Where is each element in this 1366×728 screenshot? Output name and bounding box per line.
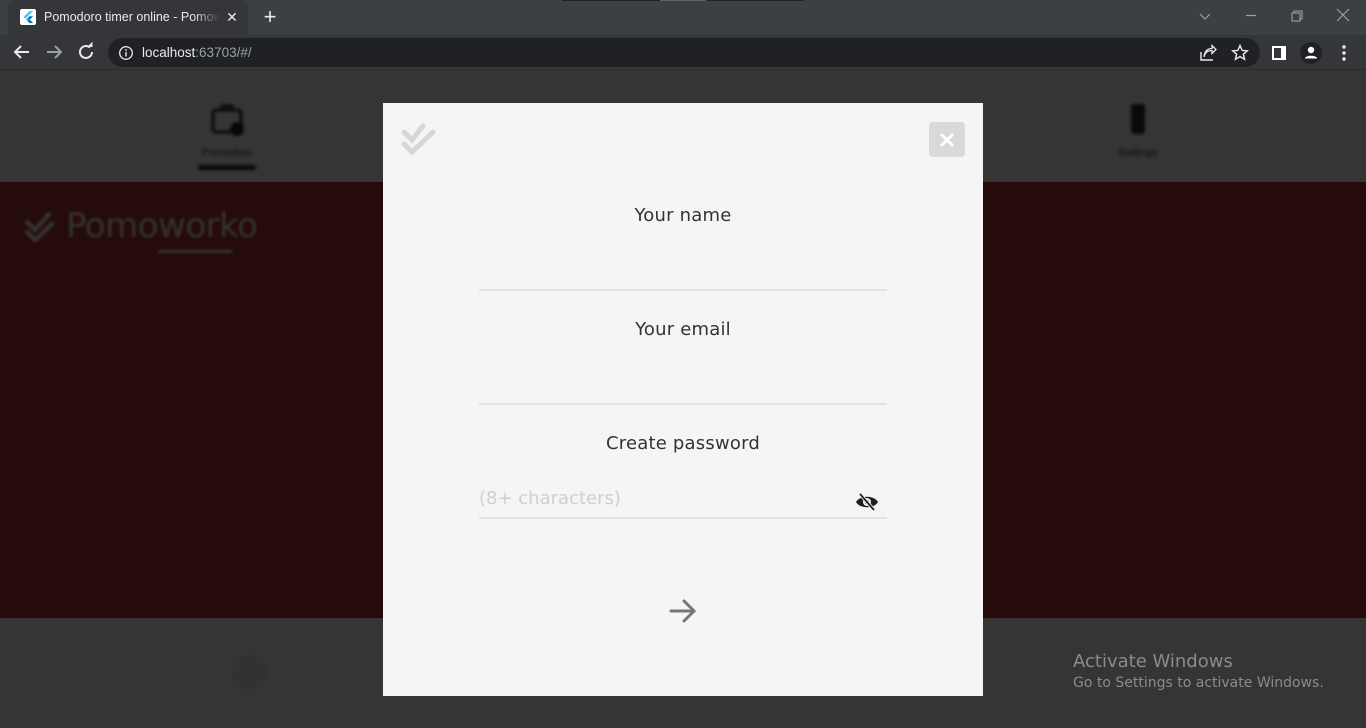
side-panel-icon[interactable]	[1268, 42, 1290, 64]
chevron-down-icon	[1199, 13, 1211, 20]
close-x-icon	[940, 133, 954, 147]
app-page: Pomodoro Settings Pomoworko	[0, 71, 1366, 728]
restore-button[interactable]	[1283, 4, 1311, 28]
site-info-icon[interactable]	[118, 45, 134, 61]
url-text[interactable]: localhost:63703/#/	[142, 45, 252, 60]
browser-toolbar: localhost:63703/#/	[0, 35, 1366, 70]
share-icon[interactable]	[1198, 43, 1218, 63]
reload-button[interactable]	[74, 40, 98, 64]
signup-dialog: Your name Your email Create password	[383, 103, 983, 696]
tab-strip-edge	[660, 0, 706, 1]
email-label: Your email	[635, 319, 731, 340]
password-label: Create password	[606, 433, 760, 454]
minimize-icon	[1246, 14, 1256, 17]
browser-tab-active[interactable]: Pomodoro timer online - Pomoworko ✕	[8, 0, 248, 35]
windows-activation-watermark: Activate Windows Go to Settings to activ…	[1073, 651, 1324, 691]
watermark-title: Activate Windows	[1073, 651, 1233, 672]
restore-icon	[1291, 10, 1303, 22]
email-field: Your email	[479, 319, 887, 405]
tab-title: Pomodoro timer online - Pomoworko	[44, 10, 220, 24]
toggle-password-visibility-button[interactable]	[854, 491, 880, 513]
password-input[interactable]	[479, 479, 887, 519]
tab-search-button[interactable]	[1191, 4, 1219, 28]
back-icon	[13, 45, 29, 59]
name-input[interactable]	[479, 251, 887, 291]
double-check-icon	[401, 123, 436, 156]
flutter-logo-icon	[20, 9, 36, 25]
password-field: Create password	[479, 433, 887, 519]
new-tab-button[interactable]: +	[258, 6, 282, 30]
tab-close-icon[interactable]: ✕	[224, 9, 240, 25]
forward-icon	[47, 45, 63, 59]
watermark-subtitle: Go to Settings to activate Windows.	[1073, 675, 1324, 691]
plus-icon: +	[263, 4, 277, 29]
name-label: Your name	[634, 205, 732, 226]
eye-off-icon	[856, 492, 878, 512]
window-close-button[interactable]	[1329, 4, 1357, 28]
forward-button[interactable]	[42, 40, 66, 64]
bookmark-star-icon[interactable]	[1230, 43, 1250, 63]
close-dialog-button[interactable]	[929, 122, 965, 157]
submit-arrow-button[interactable]	[665, 593, 701, 629]
address-bar[interactable]: localhost:63703/#/	[108, 38, 1260, 67]
browser-tab-strip: Pomodoro timer online - Pomoworko ✕ +	[0, 0, 1366, 35]
name-field: Your name	[479, 205, 887, 291]
menu-kebab-icon[interactable]	[1333, 42, 1355, 64]
close-icon	[1336, 8, 1350, 22]
url-path: :63703/#/	[195, 45, 252, 60]
tab-strip-edge	[562, 0, 660, 1]
back-button[interactable]	[10, 40, 34, 64]
reload-icon	[79, 41, 93, 59]
arrow-right-icon	[669, 599, 697, 623]
profile-icon[interactable]	[1300, 42, 1322, 64]
minimize-button[interactable]	[1237, 4, 1265, 28]
url-host: localhost	[142, 45, 196, 60]
email-input[interactable]	[479, 365, 887, 405]
tab-strip-edge	[706, 0, 804, 1]
